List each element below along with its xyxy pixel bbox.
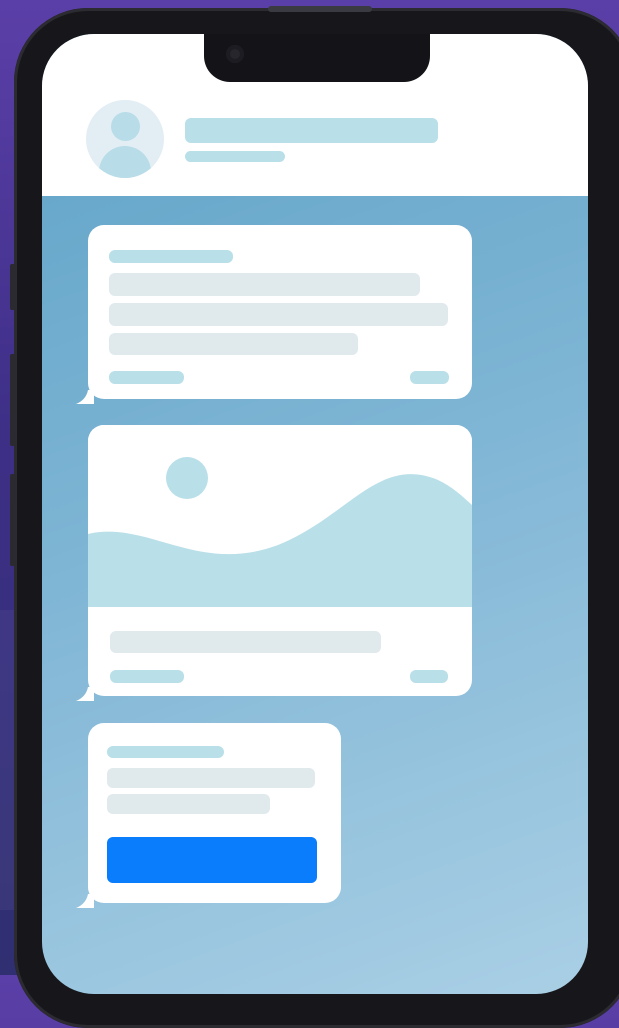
- action-message-bubble[interactable]: [88, 723, 341, 903]
- phone-screen: [42, 34, 588, 994]
- message-text-line: [109, 303, 448, 326]
- volume-up-button: [10, 354, 16, 446]
- contact-avatar-icon[interactable]: [86, 100, 164, 178]
- message-timestamp: [410, 371, 449, 384]
- message-timestamp: [410, 670, 448, 683]
- action-title: [107, 746, 224, 758]
- text-message-bubble[interactable]: [88, 225, 472, 399]
- sun-shape: [166, 457, 208, 499]
- avatar-body: [99, 146, 151, 178]
- avatar-head: [111, 112, 140, 141]
- front-camera-icon: [226, 45, 244, 63]
- hill-shape: [88, 474, 472, 607]
- image-message-bubble[interactable]: [88, 425, 472, 696]
- phone-frame: [10, 6, 619, 1028]
- message-sender-label: [109, 250, 233, 263]
- bubble-tail: [76, 687, 94, 701]
- image-caption: [110, 631, 381, 653]
- action-button[interactable]: [107, 837, 317, 883]
- message-text-line: [107, 794, 270, 814]
- message-text-line: [109, 273, 420, 296]
- notch: [204, 34, 430, 82]
- volume-down-button: [10, 474, 16, 566]
- contact-status: [185, 151, 285, 162]
- message-text-line: [107, 768, 315, 788]
- message-meta-left: [109, 371, 184, 384]
- bubble-tail: [76, 390, 94, 404]
- bubble-tail: [76, 894, 94, 908]
- mute-switch: [10, 264, 16, 310]
- image-placeholder-icon[interactable]: [88, 425, 472, 607]
- message-meta-left: [110, 670, 184, 683]
- contact-name[interactable]: [185, 118, 438, 143]
- speaker-grille: [268, 6, 372, 12]
- message-text-line: [109, 333, 358, 355]
